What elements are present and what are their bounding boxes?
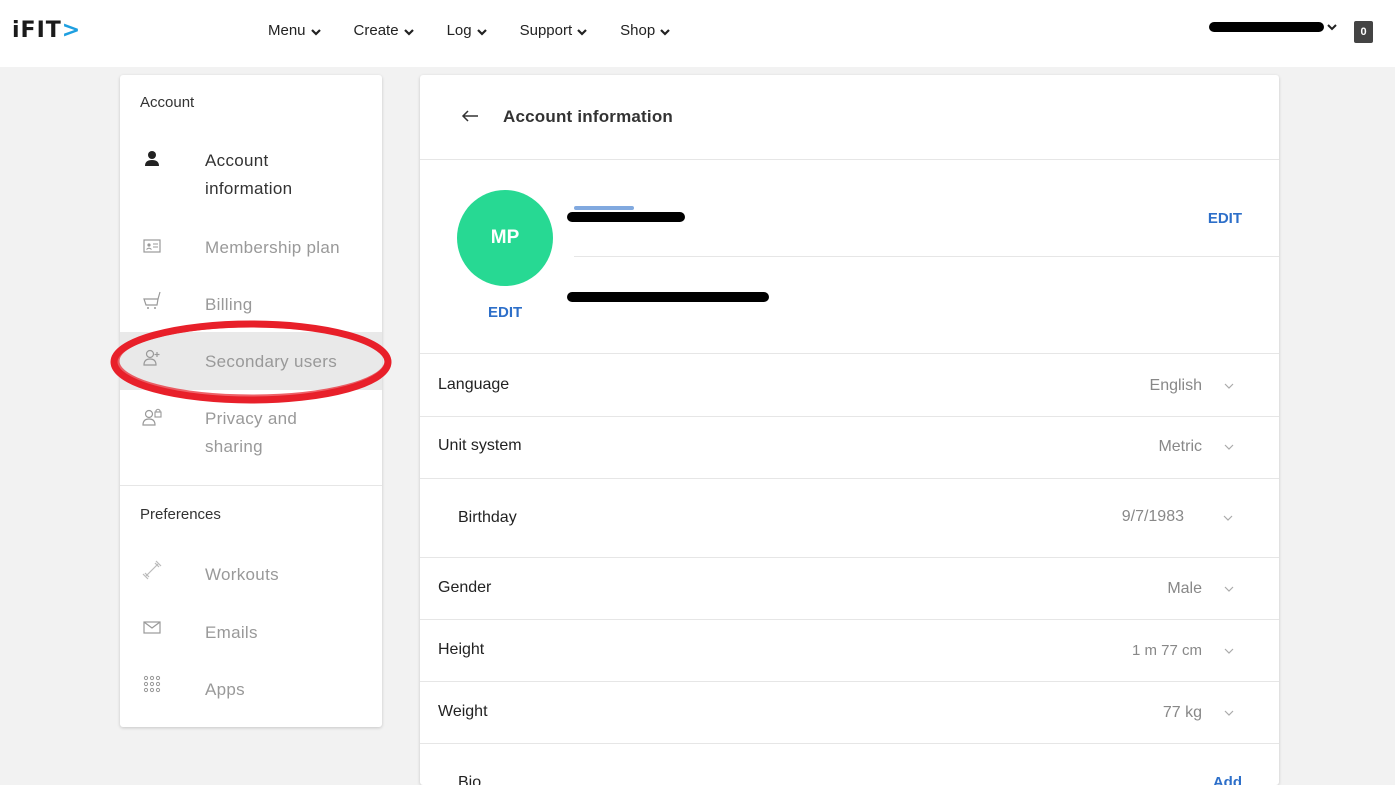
nav-create-label: Create bbox=[353, 22, 399, 39]
chevron-down-icon bbox=[310, 28, 321, 36]
redacted-email bbox=[567, 292, 769, 302]
birthday-row[interactable]: Birthday 9/7/1983 bbox=[420, 479, 1279, 558]
sidebar-item-account-information[interactable]: Account information bbox=[120, 145, 382, 205]
sidebar-item-label: Privacy and bbox=[205, 409, 298, 428]
nav-menu-label: Menu bbox=[268, 22, 306, 39]
envelope-icon bbox=[143, 621, 161, 634]
nav-support-label: Support bbox=[519, 22, 573, 39]
language-row[interactable]: Language English bbox=[420, 354, 1279, 417]
chevron-down-icon bbox=[1224, 648, 1234, 654]
sidebar-item-label: Emails bbox=[205, 623, 258, 642]
user-icon bbox=[145, 151, 159, 166]
row-label: Height bbox=[438, 641, 485, 658]
dumbbell-icon bbox=[142, 560, 162, 580]
bio-row[interactable]: Bio Add bbox=[420, 744, 1279, 785]
sidebar-item-privacy-and-sharing[interactable]: Privacy and sharing bbox=[120, 405, 382, 465]
sidebar-item-label: information bbox=[205, 179, 293, 198]
bio-add-button[interactable]: Add bbox=[1213, 774, 1242, 785]
sidebar-item-label: Account bbox=[205, 151, 269, 170]
unit-system-value: Metric bbox=[1158, 438, 1202, 455]
page-title: Account information bbox=[503, 107, 674, 126]
row-label: Bio bbox=[458, 774, 482, 785]
sidebar-item-secondary-users[interactable]: Secondary users bbox=[120, 332, 382, 390]
redacted-name-underlay bbox=[574, 206, 634, 210]
sidebar-item-label: Apps bbox=[205, 680, 245, 699]
logo-chevron: > bbox=[61, 18, 82, 43]
chevron-down-icon bbox=[1224, 586, 1234, 592]
add-user-icon bbox=[143, 349, 160, 366]
chevron-down-icon bbox=[1327, 24, 1337, 31]
sidebar-item-membership-plan[interactable]: Membership plan bbox=[120, 233, 382, 263]
sidebar-item-emails[interactable]: Emails bbox=[120, 618, 382, 648]
ifit-logo[interactable]: iFIT> bbox=[12, 18, 81, 43]
redacted-username bbox=[1209, 22, 1324, 32]
avatar-edit-button[interactable]: EDIT bbox=[488, 304, 522, 321]
id-card-icon bbox=[143, 239, 161, 253]
nav-menu[interactable]: Menu bbox=[268, 22, 322, 39]
account-section-title: Account bbox=[140, 94, 195, 111]
chevron-down-icon bbox=[1224, 383, 1234, 389]
panel-header: Account information bbox=[420, 75, 1279, 160]
avatar[interactable]: MP bbox=[457, 190, 553, 286]
row-label: Weight bbox=[438, 703, 488, 720]
preferences-section-title: Preferences bbox=[140, 506, 221, 523]
redacted-name bbox=[567, 212, 685, 222]
sidebar-item-label: Secondary users bbox=[205, 352, 338, 371]
chevron-down-icon bbox=[577, 28, 587, 36]
profile-section: MP EDIT EDIT bbox=[420, 160, 1279, 354]
nav-create[interactable]: Create bbox=[354, 22, 415, 39]
unit-system-row[interactable]: Unit system Metric bbox=[420, 417, 1279, 479]
sidebar-item-label: Workouts bbox=[205, 565, 279, 584]
chevron-down-icon bbox=[660, 28, 670, 36]
settings-sidebar: Account Account information Membership p… bbox=[120, 75, 382, 727]
user-lock-icon bbox=[142, 408, 162, 426]
logo-text: iFIT bbox=[12, 18, 62, 43]
sidebar-item-label: Membership plan bbox=[205, 238, 340, 257]
birthday-value: 9/7/1983 bbox=[1121, 508, 1184, 525]
sidebar-item-billing[interactable]: Billing bbox=[120, 290, 382, 320]
sidebar-item-workouts[interactable]: Workouts bbox=[120, 560, 382, 590]
row-label: Gender bbox=[438, 579, 492, 596]
sidebar-divider bbox=[120, 485, 382, 486]
chevron-down-icon bbox=[1224, 710, 1234, 716]
language-value: English bbox=[1149, 377, 1202, 394]
row-label: Unit system bbox=[438, 437, 522, 454]
grid-icon bbox=[143, 675, 161, 693]
weight-value: 77 kg bbox=[1162, 704, 1202, 721]
nav-support[interactable]: Support bbox=[520, 22, 589, 39]
nav-shop[interactable]: Shop bbox=[620, 22, 671, 39]
cart-count-badge[interactable]: 0 bbox=[1354, 21, 1373, 43]
back-arrow-icon[interactable] bbox=[460, 108, 480, 124]
sidebar-item-label: Billing bbox=[205, 295, 253, 314]
profile-divider bbox=[574, 256, 1279, 257]
main-nav: Menu Create Log Support Shop bbox=[268, 22, 703, 39]
gender-value: Male bbox=[1167, 580, 1202, 597]
weight-row[interactable]: Weight 77 kg bbox=[420, 682, 1279, 744]
chevron-down-icon bbox=[476, 28, 487, 36]
row-label: Language bbox=[438, 376, 510, 393]
height-value: 1 m 77 cm bbox=[1131, 642, 1202, 659]
sidebar-item-label: sharing bbox=[205, 437, 263, 456]
cart-icon bbox=[143, 291, 161, 309]
nav-log[interactable]: Log bbox=[447, 22, 488, 39]
gender-row[interactable]: Gender Male bbox=[420, 558, 1279, 620]
user-menu[interactable] bbox=[1209, 22, 1338, 32]
height-row[interactable]: Height 1 m 77 cm bbox=[420, 620, 1279, 682]
chevron-down-icon bbox=[403, 28, 414, 36]
chevron-down-icon bbox=[1224, 444, 1234, 450]
top-nav-bar: iFIT> Menu Create Log Support Shop 0 bbox=[0, 0, 1395, 67]
nav-log-label: Log bbox=[446, 22, 472, 39]
nav-shop-label: Shop bbox=[620, 22, 656, 39]
profile-edit-button[interactable]: EDIT bbox=[1208, 210, 1242, 227]
sidebar-item-apps[interactable]: Apps bbox=[120, 675, 382, 705]
chevron-down-icon bbox=[1223, 515, 1233, 521]
account-information-panel: Account information MP EDIT EDIT Languag… bbox=[420, 75, 1279, 785]
row-label: Birthday bbox=[458, 509, 517, 526]
